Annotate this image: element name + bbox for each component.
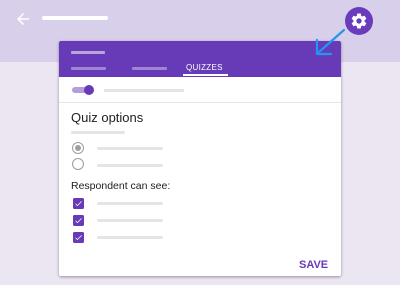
radio-label-placeholder — [97, 164, 163, 167]
quiz-options-heading: Quiz options — [71, 110, 144, 125]
dialog-header: QUIZZES — [59, 41, 341, 77]
save-button[interactable]: SAVE — [299, 259, 328, 271]
tab-quizzes[interactable]: QUIZZES — [186, 63, 223, 72]
active-tab-indicator — [183, 74, 228, 76]
tab-presentation[interactable] — [132, 67, 167, 70]
check-icon — [75, 201, 82, 207]
checkbox-label-placeholder — [97, 219, 163, 222]
tab-general[interactable] — [71, 67, 106, 70]
radio-option-2[interactable] — [72, 158, 84, 170]
make-quiz-toggle[interactable] — [72, 84, 94, 96]
divider — [59, 102, 341, 103]
subheading-placeholder — [71, 131, 125, 134]
respondent-can-see-heading: Respondent can see: — [71, 180, 171, 192]
checkbox-label-placeholder — [97, 202, 163, 205]
pointer-arrow-icon — [315, 28, 346, 56]
dialog-title-placeholder — [71, 51, 105, 54]
settings-dialog: QUIZZES Quiz options Respondent can see:… — [59, 41, 341, 276]
checkbox-2[interactable] — [73, 215, 84, 226]
toggle-label-placeholder — [104, 89, 184, 92]
check-icon — [75, 235, 82, 241]
gear-icon — [351, 13, 367, 29]
form-title-placeholder — [42, 16, 108, 20]
checkbox-3[interactable] — [73, 232, 84, 243]
settings-button[interactable] — [345, 7, 373, 35]
check-icon — [75, 218, 82, 224]
checkbox-label-placeholder — [97, 236, 163, 239]
radio-label-placeholder — [97, 147, 163, 150]
radio-option-1[interactable] — [72, 142, 84, 154]
checkbox-1[interactable] — [73, 198, 84, 209]
arrow-back-icon[interactable] — [14, 10, 32, 28]
